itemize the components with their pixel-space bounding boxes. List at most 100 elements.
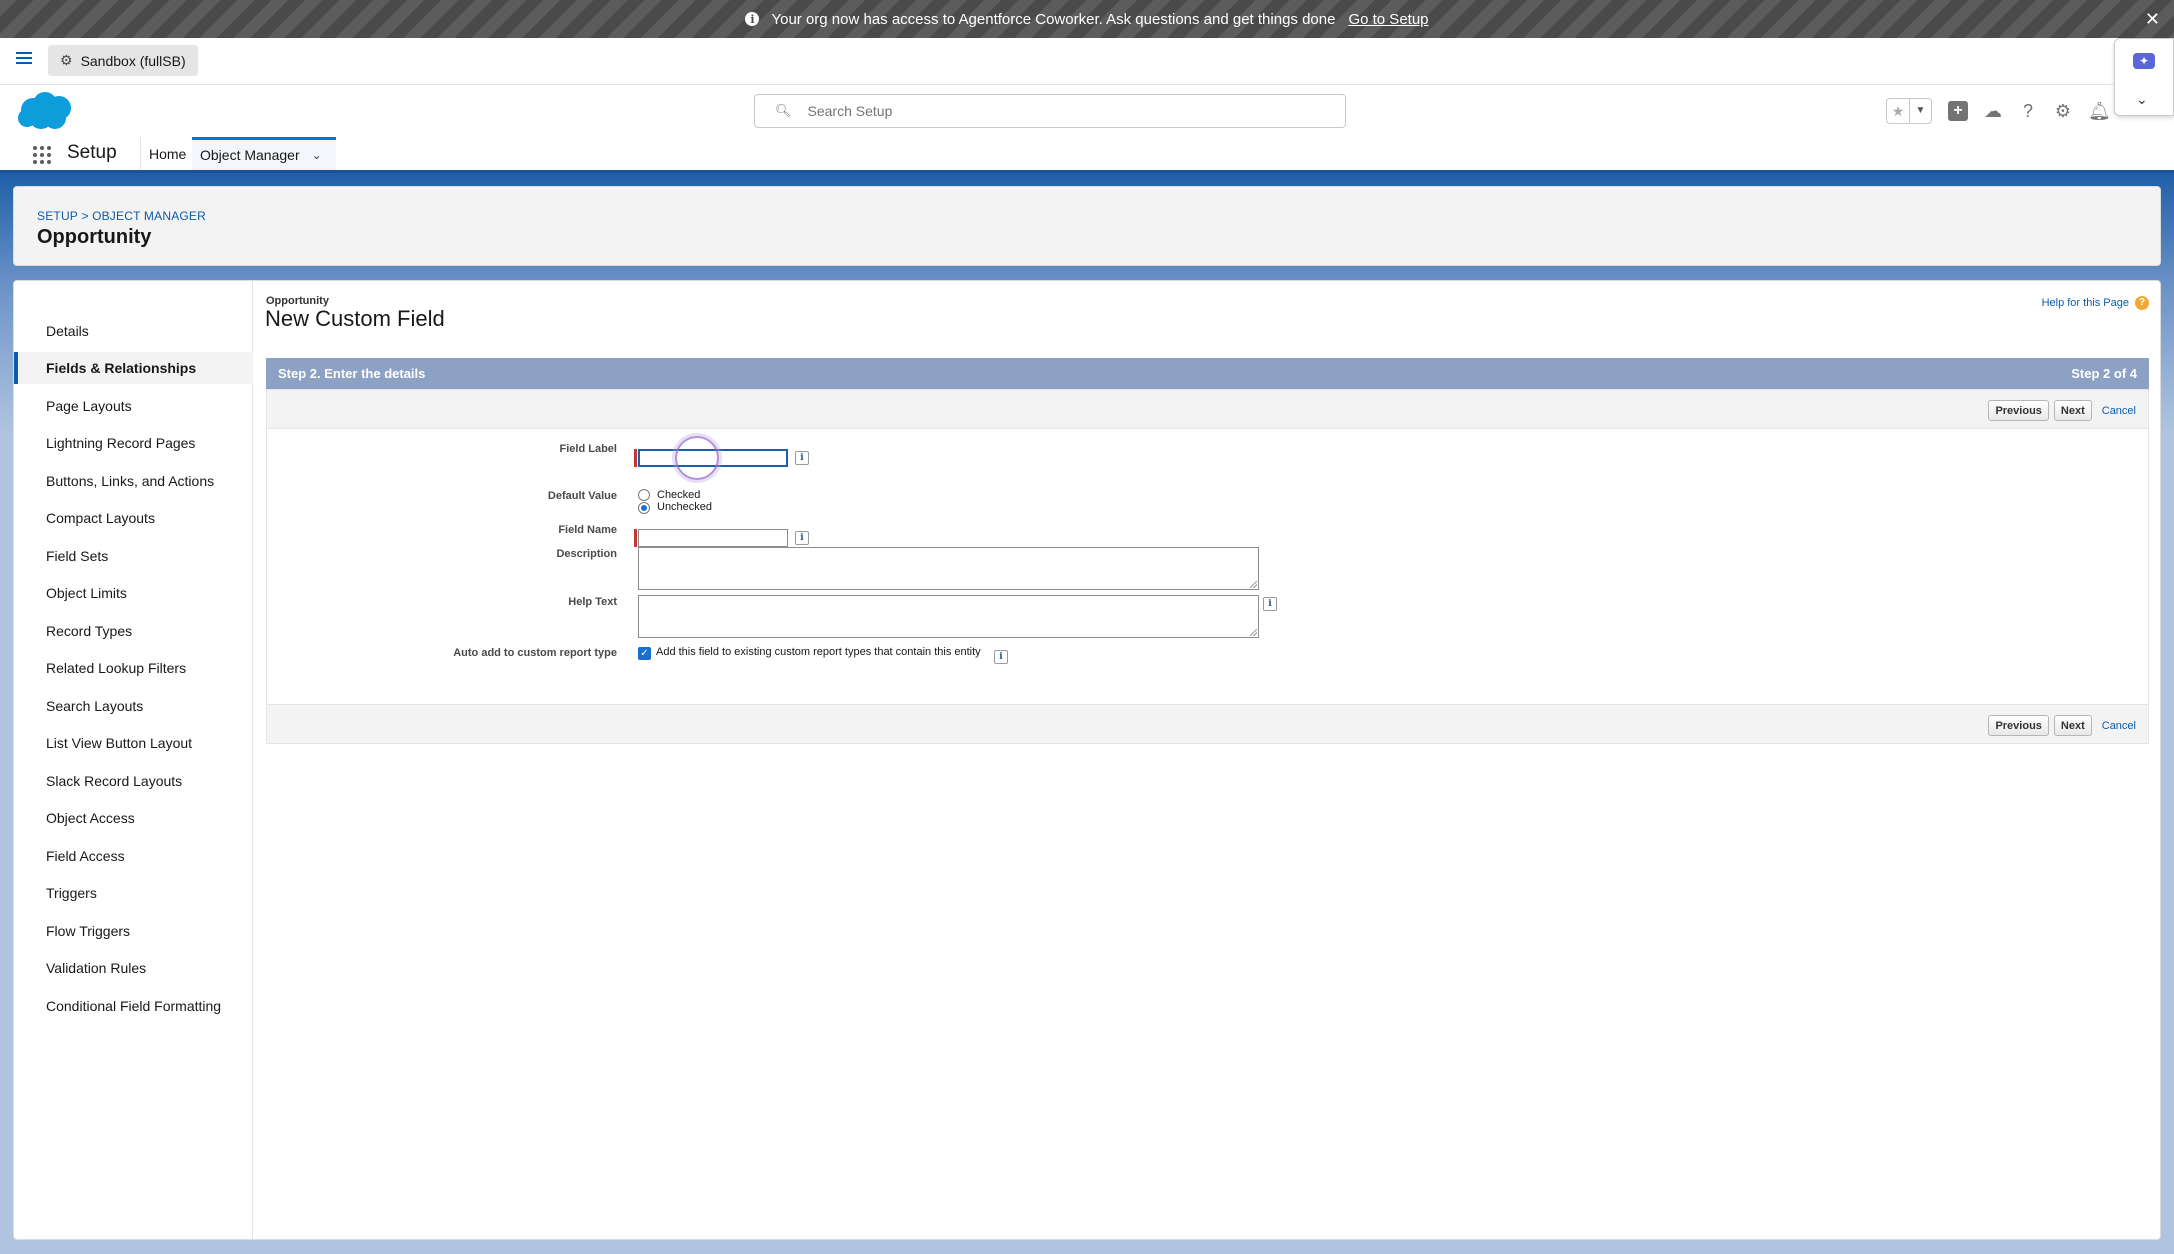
wizard-content: Opportunity New Custom Field Help for th… <box>265 281 2149 1239</box>
sidebar-item-buttons-links-actions[interactable]: Buttons, Links, and Actions <box>14 465 253 497</box>
menu-icon[interactable] <box>16 52 32 66</box>
sidebar-item-field-sets[interactable]: Field Sets <box>14 540 253 572</box>
notification-bell-icon[interactable]: 🔔︎ <box>2088 101 2111 121</box>
nav-home-label: Home <box>149 145 187 162</box>
object-sidebar: Details Fields & Relationships Page Layo… <box>14 281 253 1239</box>
org-bar: ⚙ Sandbox (fullSB) <box>0 38 2174 85</box>
sidebar-item-slack-record-layouts[interactable]: Slack Record Layouts <box>14 765 253 797</box>
default-checked-radio[interactable] <box>638 489 650 501</box>
sidebar-item-label: Field Access <box>46 848 125 864</box>
go-to-setup-link[interactable]: Go to Setup <box>1348 11 1428 28</box>
help-icon[interactable]: ? <box>2018 101 2038 121</box>
help-text-textarea[interactable] <box>638 595 1259 638</box>
cancel-link[interactable]: Cancel <box>2102 720 2136 732</box>
breadcrumb[interactable]: SETUP > OBJECT MANAGER <box>37 209 206 223</box>
announcement-banner: i Your org now has access to Agentforce … <box>0 0 2174 38</box>
global-create-icon[interactable]: + <box>1948 101 1968 121</box>
app-name: Setup <box>67 142 117 163</box>
sidebar-item-validation-rules[interactable]: Validation Rules <box>14 952 253 984</box>
org-name: Sandbox (fullSB) <box>80 52 186 69</box>
trailhead-icon[interactable]: ☁ <box>1983 101 2003 121</box>
sidebar-item-compact-layouts[interactable]: Compact Layouts <box>14 502 253 534</box>
sidebar-item-related-lookup-filters[interactable]: Related Lookup Filters <box>14 652 253 684</box>
auto-add-info-icon[interactable]: i <box>994 650 1008 664</box>
field-label-info-icon[interactable]: i <box>795 451 809 465</box>
main-container: Details Fields & Relationships Page Layo… <box>13 280 2161 1240</box>
sidebar-item-label: Validation Rules <box>46 960 147 976</box>
step-header: Step 2. Enter the details Step 2 of 4 <box>266 358 2149 389</box>
close-icon[interactable]: ✕ <box>2145 9 2160 30</box>
top-button-row: Previous Next Cancel <box>266 389 2149 429</box>
sidebar-item-page-layouts[interactable]: Page Layouts <box>14 390 253 422</box>
sidebar-item-flow-triggers[interactable]: Flow Triggers <box>14 915 253 947</box>
description-label: Description <box>556 548 617 560</box>
sidebar-item-record-types[interactable]: Record Types <box>14 615 253 647</box>
app-navigation: Setup Home Object Manager ⌄ <box>0 137 2174 173</box>
sidebar-item-label: Object Access <box>46 810 135 826</box>
sidebar-item-label: Compact Layouts <box>46 510 155 526</box>
sidebar-item-lightning-record-pages[interactable]: Lightning Record Pages <box>14 427 253 459</box>
sidebar-item-label: Buttons, Links, and Actions <box>46 473 215 489</box>
sidebar-item-label: Flow Triggers <box>46 923 131 939</box>
sidebar-item-label: Details <box>46 323 89 339</box>
chevron-down-icon[interactable]: ⌄ <box>2136 91 2148 108</box>
salesforce-logo[interactable] <box>15 90 75 132</box>
agent-panel[interactable]: ✦ ⌄ <box>2114 38 2174 116</box>
step-count: Step 2 of 4 <box>2071 366 2137 381</box>
sidebar-item-list-view-button-layout[interactable]: List View Button Layout <box>14 727 253 759</box>
chat-icon[interactable]: ✦ <box>2133 53 2155 69</box>
chevron-down-icon[interactable]: ⌄ <box>312 148 322 162</box>
favorites-control[interactable]: ★ ▼ <box>1886 98 1932 124</box>
setup-gear-icon[interactable]: ⚙ <box>2053 101 2073 121</box>
sidebar-item-triggers[interactable]: Triggers <box>14 877 253 909</box>
sidebar-item-label: Field Sets <box>46 548 109 564</box>
next-button[interactable]: Next <box>2053 715 2092 736</box>
sidebar-item-conditional-field-formatting[interactable]: Conditional Field Formatting <box>14 990 253 1022</box>
info-icon: i <box>745 12 760 26</box>
sidebar-item-search-layouts[interactable]: Search Layouts <box>14 690 253 722</box>
default-unchecked-label: Unchecked <box>657 501 713 513</box>
sidebar-item-label: Lightning Record Pages <box>46 435 196 451</box>
auto-add-checkbox[interactable]: ✓ <box>638 647 651 660</box>
help-icon[interactable]: ? <box>2135 296 2149 310</box>
sidebar-item-label: Object Limits <box>46 585 127 601</box>
app-launcher-icon[interactable] <box>33 146 51 164</box>
required-indicator <box>634 529 637 547</box>
sidebar-item-label: Conditional Field Formatting <box>46 998 222 1014</box>
auto-add-label: Auto add to custom report type <box>453 647 617 659</box>
chevron-down-icon[interactable]: ▼ <box>1909 99 1931 123</box>
field-name-info-icon[interactable]: i <box>795 531 809 545</box>
previous-button[interactable]: Previous <box>1988 715 2049 736</box>
page-header: SETUP > OBJECT MANAGER Opportunity <box>13 186 2161 266</box>
sidebar-item-fields-relationships[interactable]: Fields & Relationships <box>14 352 253 384</box>
description-textarea[interactable] <box>638 547 1259 590</box>
help-for-this-page-link[interactable]: Help for this Page ? <box>2042 296 2149 310</box>
next-button[interactable]: Next <box>2053 400 2092 421</box>
nav-home[interactable]: Home <box>140 137 194 170</box>
sidebar-item-object-limits[interactable]: Object Limits <box>14 577 253 609</box>
sidebar-item-object-access[interactable]: Object Access <box>14 802 253 834</box>
search-icon: 🔍︎ <box>775 103 792 118</box>
field-label-input[interactable] <box>638 449 788 467</box>
custom-field-form: Field Label i Default Value Checked Unch… <box>266 429 2149 704</box>
bottom-button-row: Previous Next Cancel <box>266 704 2149 744</box>
help-text-info-icon[interactable]: i <box>1263 597 1277 611</box>
help-link-label: Help for this Page <box>2041 297 2129 309</box>
gear-icon: ⚙ <box>60 52 73 68</box>
star-icon[interactable]: ★ <box>1887 99 1909 123</box>
field-name-input[interactable] <box>638 529 788 547</box>
wizard-title: New Custom Field <box>265 306 445 331</box>
search-input[interactable]: 🔍︎ Search Setup <box>754 94 1346 128</box>
field-name-label: Field Name <box>558 524 617 536</box>
sidebar-item-details[interactable]: Details <box>14 315 253 347</box>
nav-object-manager-label: Object Manager <box>200 147 300 163</box>
nav-object-manager[interactable]: Object Manager ⌄ <box>192 137 336 170</box>
sidebar-item-label: Triggers <box>46 885 97 901</box>
org-switcher[interactable]: ⚙ Sandbox (fullSB) <box>48 45 198 76</box>
auto-add-checkbox-label: Add this field to existing custom report… <box>656 646 981 658</box>
default-unchecked-radio[interactable] <box>638 502 650 514</box>
previous-button[interactable]: Previous <box>1988 400 2049 421</box>
sidebar-item-field-access[interactable]: Field Access <box>14 840 253 872</box>
banner-message: Your org now has access to Agentforce Co… <box>771 10 1336 28</box>
cancel-link[interactable]: Cancel <box>2102 405 2136 417</box>
